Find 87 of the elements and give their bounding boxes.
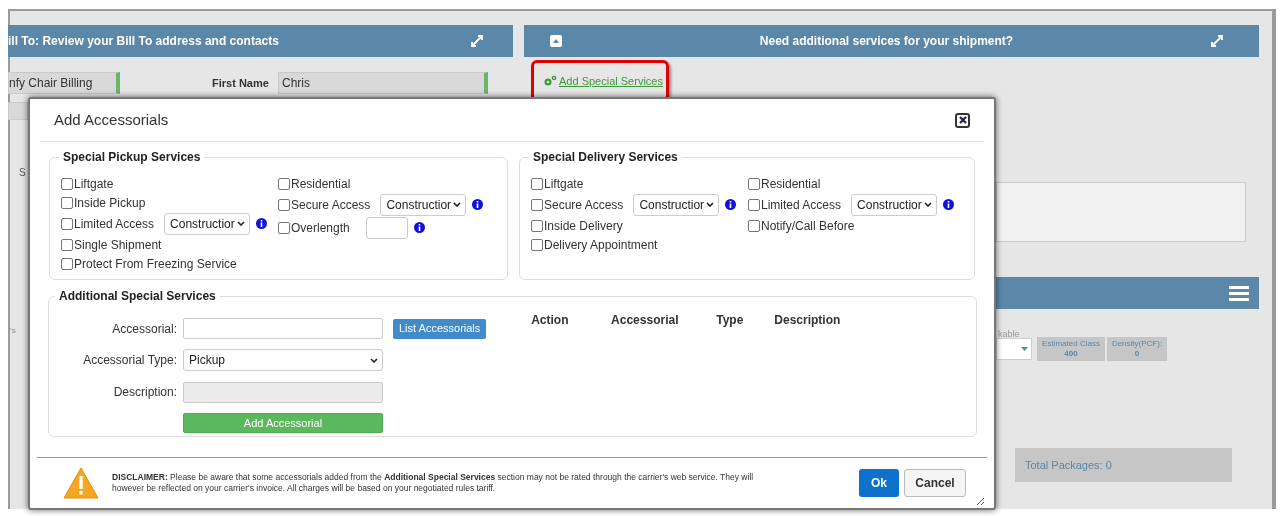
checkbox-option[interactable]: Residential bbox=[748, 174, 821, 193]
collapse-icon[interactable] bbox=[550, 35, 562, 47]
checkbox[interactable] bbox=[61, 177, 73, 190]
resize-grip-icon[interactable] bbox=[975, 496, 985, 506]
cancel-button[interactable]: Cancel bbox=[904, 469, 966, 497]
tile-label: Estimated Class bbox=[1042, 339, 1100, 349]
close-icon bbox=[958, 116, 967, 124]
warning-icon bbox=[63, 467, 99, 499]
chevron-icon bbox=[453, 202, 462, 207]
checkbox-option[interactable]: Overlength bbox=[278, 218, 350, 237]
dropdown[interactable]: Constructior bbox=[380, 193, 467, 216]
expand-icon[interactable] bbox=[471, 35, 483, 47]
info-icon[interactable] bbox=[256, 218, 268, 229]
chevron-icon bbox=[237, 221, 246, 226]
length-field[interactable] bbox=[365, 216, 408, 239]
checkbox-option[interactable]: Secure Access bbox=[531, 195, 624, 214]
tile-label: Density(PCF): bbox=[1111, 339, 1163, 349]
chevron-icon bbox=[924, 202, 933, 207]
info-icon[interactable] bbox=[725, 199, 737, 210]
column-header: Type bbox=[715, 312, 745, 329]
info-icon[interactable] bbox=[472, 199, 484, 210]
info-icon[interactable] bbox=[943, 199, 955, 210]
checkbox[interactable] bbox=[61, 257, 73, 270]
ok-button[interactable]: Ok bbox=[859, 469, 899, 497]
checkbox-option[interactable]: Protect From Freezing Service bbox=[61, 254, 237, 273]
dropdown[interactable]: Constructior bbox=[633, 193, 720, 216]
tile-value: 400 bbox=[1064, 349, 1078, 359]
panel-title: Need additional services for your shipment? bbox=[758, 33, 1015, 50]
accessorial-field[interactable] bbox=[183, 318, 383, 340]
checkbox[interactable] bbox=[278, 177, 290, 190]
company-field[interactable]: nfy Chair Billing bbox=[8, 72, 120, 94]
disclaimer-text: DISCLAIMER: Please be aware that some accessorials added from the Additional Special Services section may not be rated through the carrier's web service. They will however be reflected on your carrier's invoice. All charges will be based on your negotiated rules tariff. bbox=[112, 472, 755, 494]
checkbox[interactable] bbox=[278, 221, 290, 234]
field-label: Description: bbox=[112, 384, 177, 402]
dropdown[interactable]: Constructior bbox=[851, 193, 938, 216]
caret-icon bbox=[1021, 347, 1028, 351]
field-label: kable bbox=[998, 328, 1020, 341]
checkbox[interactable] bbox=[278, 198, 290, 211]
checkbox-option[interactable]: Single Shipment bbox=[61, 235, 162, 254]
section-title: Additional Special Services bbox=[55, 289, 220, 303]
section-title: Special Delivery Services bbox=[529, 150, 682, 164]
checkbox[interactable] bbox=[61, 196, 73, 209]
description-field[interactable] bbox=[183, 381, 383, 403]
info-icon[interactable] bbox=[413, 222, 425, 233]
checkbox[interactable] bbox=[61, 238, 73, 251]
field-label: S bbox=[19, 166, 26, 180]
checkbox[interactable] bbox=[748, 198, 760, 211]
checkbox[interactable] bbox=[531, 177, 543, 190]
section-title: Special Pickup Services bbox=[59, 150, 205, 164]
field-label: First Name bbox=[212, 76, 269, 91]
chevron-icon bbox=[706, 202, 715, 207]
panel-title: ill To: Review your Bill To address and contacts bbox=[8, 33, 279, 50]
checkbox-option[interactable]: Inside Delivery bbox=[531, 216, 623, 235]
field-label: Accessorial Type: bbox=[82, 352, 177, 370]
close-button[interactable] bbox=[955, 112, 970, 128]
modal-title: Add Accessorials bbox=[54, 109, 169, 130]
column-header: Description bbox=[773, 312, 842, 329]
type-dropdown[interactable]: Pickup bbox=[183, 349, 383, 372]
checkbox-option[interactable]: Liftgate bbox=[61, 174, 114, 193]
checkbox-option[interactable]: Limited Access bbox=[748, 195, 842, 214]
first-name-field[interactable]: Chris bbox=[278, 72, 488, 94]
checkbox-option[interactable]: Limited Access bbox=[61, 214, 155, 233]
total-packages-tile: Total Packages: 0 bbox=[1015, 448, 1232, 482]
dropdown[interactable] bbox=[996, 338, 1032, 360]
expand-icon[interactable] bbox=[1211, 35, 1223, 47]
checkbox-option[interactable]: Inside Pickup bbox=[61, 193, 146, 212]
chevron-icon bbox=[370, 357, 378, 363]
field-label: ’s bbox=[10, 325, 16, 337]
checkbox-option[interactable]: Secure Access bbox=[278, 195, 371, 214]
tile-value: 0 bbox=[1134, 349, 1140, 359]
list-accessorials-button[interactable]: List Accessorials bbox=[393, 318, 487, 339]
checkbox[interactable] bbox=[531, 238, 543, 251]
checkbox[interactable] bbox=[531, 198, 543, 211]
field-label: Accessorial: bbox=[111, 320, 177, 338]
checkbox-option[interactable]: Residential bbox=[278, 174, 351, 193]
checkbox[interactable] bbox=[531, 219, 543, 232]
checkbox-option[interactable]: Delivery Appointment bbox=[531, 235, 658, 254]
checkbox[interactable] bbox=[61, 217, 73, 230]
column-header: Accessorial bbox=[610, 312, 680, 329]
checkbox[interactable] bbox=[748, 219, 760, 232]
input-field[interactable] bbox=[8, 102, 28, 120]
menu-icon[interactable] bbox=[1229, 285, 1249, 301]
column-header: Action bbox=[530, 312, 570, 329]
checkbox-option[interactable]: Liftgate bbox=[531, 174, 584, 193]
dropdown[interactable]: Constructior bbox=[164, 212, 251, 235]
checkbox[interactable] bbox=[748, 177, 760, 190]
checkbox-option[interactable]: Notify/Call Before bbox=[748, 216, 855, 235]
